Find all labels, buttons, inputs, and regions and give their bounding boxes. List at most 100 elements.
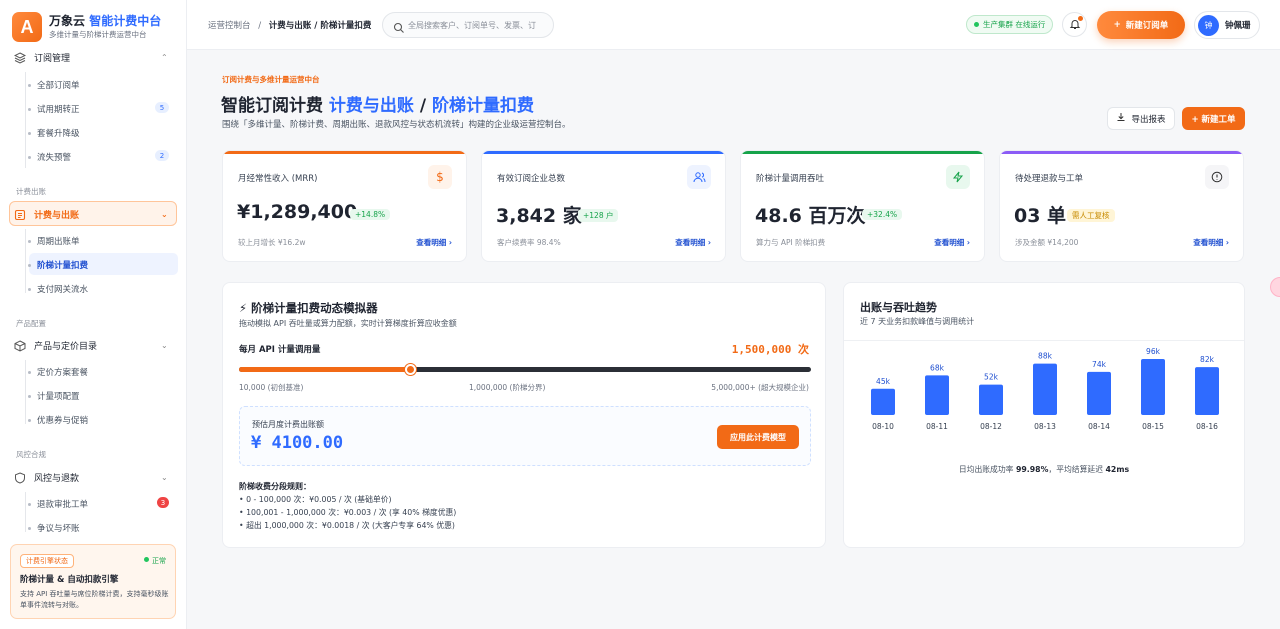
chart-bar[interactable] bbox=[1033, 363, 1057, 415]
estimate-box: 预估月度计费出账额 ¥ 4100.00 应用此计费模型 bbox=[239, 406, 811, 466]
new-subscription-button[interactable]: + 新建订阅单 bbox=[1097, 11, 1185, 39]
status-dot bbox=[974, 22, 979, 27]
avatar: 钟 bbox=[1198, 14, 1219, 36]
new-ticket-button[interactable]: + 新建工单 bbox=[1182, 107, 1245, 130]
chart-bar[interactable] bbox=[1141, 359, 1165, 415]
kpi-label: 待处理退款与工单 bbox=[1015, 174, 1084, 184]
trend-footer-text: ，平均结算延迟 bbox=[1048, 465, 1106, 474]
sidebar-item-plan-change[interactable]: 套餐升降级 bbox=[28, 127, 80, 139]
count-badge: 2 bbox=[155, 150, 169, 161]
nav-risk[interactable]: 风控与退款 ⌄ bbox=[14, 471, 168, 484]
new-subscription-label: 新建订阅单 bbox=[1125, 21, 1169, 31]
sidebar-item-meter-config[interactable]: 计量项配置 bbox=[28, 390, 80, 402]
chart-bar[interactable] bbox=[979, 384, 1003, 415]
kpi-footnote: 客户续费率 98.4% bbox=[497, 238, 561, 247]
chart-bar[interactable] bbox=[871, 388, 895, 415]
brand-subtitle: 多维计量与阶梯计费运营中台 bbox=[49, 30, 147, 39]
bar-value-label: 82k bbox=[1200, 355, 1215, 364]
count-badge: 3 bbox=[157, 497, 169, 508]
count-badge: 5 bbox=[155, 102, 169, 113]
kpi-footnote: 较上月增长 ¥16.2w bbox=[238, 238, 306, 247]
kpi-detail-link[interactable]: 查看明细 › bbox=[1193, 237, 1229, 248]
user-name: 钟佩珊 bbox=[1225, 21, 1251, 31]
kpi-accent-bar bbox=[482, 151, 725, 154]
search-input[interactable] bbox=[408, 18, 548, 33]
chart-bar[interactable] bbox=[925, 375, 949, 415]
usage-slider[interactable] bbox=[239, 364, 811, 375]
kpi-accent-bar bbox=[223, 151, 466, 154]
slider-handle[interactable] bbox=[404, 364, 416, 375]
box-icon bbox=[14, 339, 26, 352]
kpi-card-refunds: 待处理退款与工单 03 单 需人工复核 涉及金额 ¥14,200 查看明细 › bbox=[999, 150, 1244, 262]
global-search[interactable] bbox=[382, 12, 554, 38]
sidebar-item-payment-gateway[interactable]: 支付网关流水 bbox=[27, 283, 88, 295]
x-tick-label: 08-11 bbox=[926, 422, 948, 431]
engine-desc: 支持 API 吞吐量与席位阶梯计费，支持毫秒级账单事件流转与对账。 bbox=[20, 590, 169, 609]
sidebar-item-pricing-plans[interactable]: 定价方案套餐 bbox=[27, 366, 88, 378]
engine-status: 正常 bbox=[144, 556, 166, 566]
sidebar-item-disputes[interactable]: 争议与坏账 bbox=[28, 522, 80, 534]
chart-bar[interactable] bbox=[1087, 371, 1111, 415]
kpi-detail-link[interactable]: 查看明细 › bbox=[416, 237, 452, 248]
layers-icon bbox=[14, 51, 26, 64]
x-tick-label: 08-10 bbox=[872, 422, 894, 431]
kpi-value: ¥1,289,400 bbox=[237, 201, 358, 223]
x-tick-label: 08-13 bbox=[1034, 422, 1056, 431]
alert-icon bbox=[1205, 165, 1229, 189]
kpi-card-mrr: 月经常性收入 (MRR) $ ¥1,289,400 +14.8% 较上月增长 ¥… bbox=[222, 150, 467, 262]
brand[interactable]: A 万象云 智能计费中台 多维计量与阶梯计费运营中台 bbox=[12, 10, 182, 44]
nav-billing[interactable]: 计费与出账 ⌄ bbox=[14, 208, 168, 221]
dollar-icon: $ bbox=[428, 165, 452, 189]
sidebar-item-refund-tickets[interactable]: 退款审批工单 bbox=[27, 498, 88, 510]
sidebar-item-tiered-metering[interactable]: 阶梯计量扣费 bbox=[27, 259, 88, 271]
notification-button[interactable] bbox=[1062, 12, 1087, 37]
engine-title: 阶梯计量 & 自动扣款引擎 bbox=[20, 575, 119, 585]
plus-icon: + bbox=[1113, 20, 1121, 30]
kpi-accent-bar bbox=[1000, 151, 1243, 154]
x-tick-label: 08-14 bbox=[1088, 422, 1110, 431]
env-status-badge: 生产集群 在线运行 bbox=[966, 15, 1054, 34]
slider-fill bbox=[239, 367, 411, 372]
chart-bar[interactable] bbox=[1195, 367, 1219, 415]
sidebar-item-coupons[interactable]: 优惠券与促销 bbox=[27, 414, 88, 426]
engine-status-card: 计费引擎状态 正常 阶梯计量 & 自动扣款引擎 支持 API 吞吐量与席位阶梯计… bbox=[10, 544, 176, 619]
trend-footer: 日均出账成功率 99.98%，平均结算延迟 42ms bbox=[844, 464, 1244, 475]
sidebar-item-trial-conversion[interactable]: 试用期转正 bbox=[28, 103, 80, 115]
chevron-down-icon: ⌄ bbox=[161, 341, 168, 350]
nav-subscription[interactable]: 订阅管理 ⌃ bbox=[14, 51, 168, 64]
kpi-warning-chip: 需人工复核 bbox=[1067, 209, 1115, 222]
sidebar-item-cycle-bills[interactable]: 周期出账单 bbox=[28, 235, 80, 247]
bar-value-label: 88k bbox=[1038, 352, 1053, 361]
slider-tick-max: 5,000,000+ (超大规模企业) bbox=[711, 383, 809, 392]
kpi-label: 月经常性收入 (MRR) bbox=[238, 174, 318, 184]
breadcrumb-separator: / bbox=[258, 21, 262, 31]
breadcrumb-root[interactable]: 运营控制台 bbox=[208, 21, 251, 31]
tiered-pricing-simulator: ⚡ 阶梯计量扣费动态模拟器 拖动模拟 API 吞吐量或算力配额，实时计算梯度折算… bbox=[222, 282, 826, 548]
floating-assistant-icon[interactable] bbox=[1270, 277, 1280, 297]
bar-value-label: 68k bbox=[930, 363, 945, 372]
kpi-card-subscriptions: 有效订阅企业总数 3,842 家 +128 户 客户续费率 98.4% 查看明细… bbox=[481, 150, 726, 262]
apply-model-button[interactable]: 应用此计费模型 bbox=[717, 425, 799, 449]
breadcrumb: 运营控制台 / 计费与出账 / 阶梯计量扣费 bbox=[208, 19, 371, 31]
x-tick-label: 08-12 bbox=[980, 422, 1002, 431]
kpi-value: 03 单 bbox=[1014, 205, 1067, 227]
user-menu[interactable]: 钟 钟佩珊 bbox=[1194, 11, 1260, 39]
rule-item: • 0 - 100,000 次：¥0.005 / 次 (基础单价) bbox=[239, 495, 392, 504]
nav-product[interactable]: 产品与定价目录 ⌄ bbox=[14, 339, 168, 352]
x-tick-label: 08-16 bbox=[1196, 422, 1218, 431]
rule-item: • 100,001 - 1,000,000 次：¥0.003 / 次 (享 40… bbox=[239, 508, 457, 517]
rules-title: 阶梯收费分段规则： bbox=[239, 482, 311, 491]
kpi-detail-link[interactable]: 查看明细 › bbox=[934, 237, 970, 248]
simulator-subtitle: 拖动模拟 API 吞吐量或算力配额，实时计算梯度折算应收金额 bbox=[239, 319, 457, 328]
trend-bar-chart: 45k 08-10 68k 08-11 52k 08-12 88k 08-13 74k 08-14… bbox=[871, 347, 1219, 431]
env-status-text: 生产集群 在线运行 bbox=[983, 20, 1046, 29]
x-tick-label: 08-15 bbox=[1142, 422, 1164, 431]
sidebar-item-all-subscriptions[interactable]: 全部订阅单 bbox=[28, 79, 80, 91]
simulator-title: ⚡ 阶梯计量扣费动态模拟器 bbox=[239, 301, 378, 315]
kpi-detail-link[interactable]: 查看明细 › bbox=[675, 237, 711, 248]
kpi-footnote: 算力与 API 阶梯扣费 bbox=[756, 238, 826, 247]
breadcrumb-current: 计费与出账 / 阶梯计量扣费 bbox=[268, 21, 372, 31]
topbar: 运营控制台 / 计费与出账 / 阶梯计量扣费 生产集群 在线运行 +新建订阅单 … bbox=[187, 0, 1280, 50]
sidebar-item-churn-alert[interactable]: 流失预警 bbox=[27, 151, 71, 163]
export-report-button[interactable]: 导出报表 bbox=[1107, 107, 1175, 130]
